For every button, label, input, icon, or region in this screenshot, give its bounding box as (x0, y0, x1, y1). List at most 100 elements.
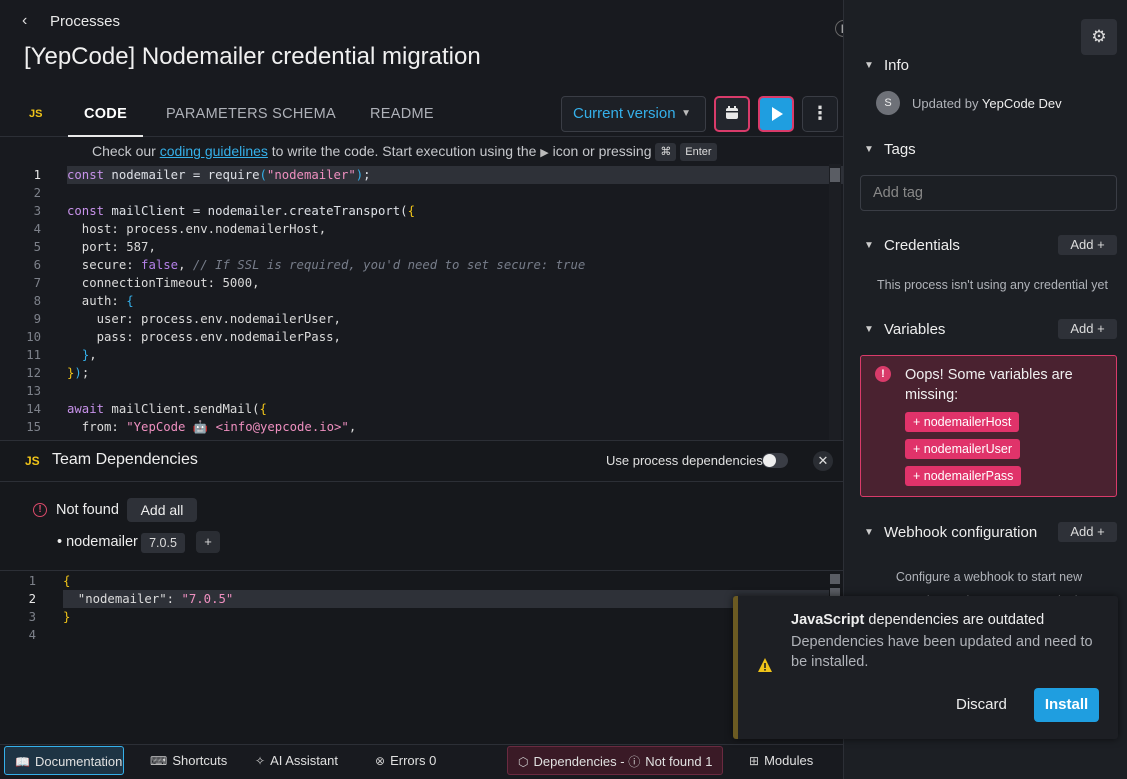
chevron-down-icon: ▼ (681, 108, 691, 119)
code-line: const mailClient = nodemailer.createTran… (67, 204, 415, 218)
tab-code[interactable]: CODE (68, 95, 143, 137)
code-editor[interactable]: 1 const nodemailer = require("nodemailer"… (0, 164, 843, 440)
error-x-icon: ⊗ (375, 754, 386, 768)
code-line: from: "YepCode 🤖 <info@yepcode.io>", (67, 420, 357, 434)
add-webhook-button[interactable]: Add + (1058, 522, 1117, 542)
credentials-empty-text: This process isn't using any credential … (877, 278, 1108, 292)
more-options-button[interactable]: ⋮ (802, 96, 838, 132)
line-number: 10 (26, 330, 41, 344)
play-icon (772, 107, 783, 121)
book-icon: 📖 (15, 755, 30, 769)
back-chevron-icon[interactable]: ‹ (22, 12, 40, 30)
alert-icon: ! (875, 366, 891, 382)
coding-hint: Check our coding guidelines to write the… (92, 141, 717, 162)
section-webhook[interactable]: Webhook configuration (884, 524, 1037, 541)
line-number: 5 (33, 240, 41, 254)
sparkle-icon: ✧ (255, 754, 266, 768)
shortcuts-button[interactable]: ⌨ Shortcuts (150, 746, 227, 775)
run-button[interactable] (758, 96, 794, 132)
section-info[interactable]: Info (884, 57, 909, 74)
line-number: 6 (33, 258, 41, 272)
line-number: 11 (26, 348, 41, 362)
code-line: }, (81, 348, 97, 362)
warning-icon (757, 657, 773, 673)
code-line: connectionTimeout: 5000, (67, 276, 260, 290)
keyboard-icon: ⌨ (150, 754, 168, 768)
play-icon: ▶ (540, 147, 549, 159)
kbd-cmd: ⌘ (655, 143, 677, 162)
toast-title: JavaScript dependencies are outdated (791, 612, 1045, 628)
modules-button[interactable]: ⊞ Modules (749, 746, 813, 775)
line-number: 13 (26, 384, 41, 398)
section-credentials[interactable]: Credentials (884, 237, 960, 254)
error-circle-icon: ! (33, 503, 47, 517)
alert-circle-icon: ⓘ (628, 755, 641, 769)
close-icon[interactable]: ✕ (813, 451, 833, 471)
line-number: 14 (26, 402, 41, 416)
missing-variable-chip[interactable]: + nodemailerPass (905, 466, 1022, 486)
breadcrumb-processes[interactable]: Processes (50, 13, 120, 30)
not-found-label: Not found (56, 502, 119, 518)
code-line: pass: process.env.nodemailerPass, (67, 330, 341, 344)
cube-icon: ⬡ (518, 755, 529, 769)
dependencies-footer-button[interactable]: ⬡ Dependencies - ⓘ Not found 1 (507, 746, 723, 775)
line-number: 7 (33, 276, 41, 290)
hint-suffix: icon or pressing (552, 143, 652, 159)
add-credential-button[interactable]: Add + (1058, 235, 1117, 255)
add-all-button[interactable]: Add all (127, 498, 197, 522)
line-number: 12 (26, 366, 41, 380)
discard-button[interactable]: Discard (956, 696, 1007, 713)
tab-parameters-schema[interactable]: PARAMETERS SCHEMA (166, 95, 336, 137)
code-line: await mailClient.sendMail({ (67, 402, 267, 416)
json-line: { (63, 574, 71, 588)
use-process-deps-label: Use process dependencies (606, 453, 763, 468)
code-line: const nodemailer = require("nodemailer")… (67, 166, 843, 184)
json-line: "nodemailer": "7.0.5" (63, 590, 829, 608)
tab-readme[interactable]: README (370, 95, 434, 137)
grid-icon: ⊞ (749, 754, 760, 768)
line-number: 8 (33, 294, 41, 308)
version-select-label: Current version (573, 105, 676, 122)
missing-variable-chip[interactable]: + nodemailerHost (905, 412, 1020, 432)
dependency-version-badge: 7.0.5 (141, 533, 185, 553)
add-dependency-button[interactable]: + (196, 531, 220, 553)
add-tag-input[interactable]: Add tag (860, 175, 1117, 211)
line-number: 2 (33, 186, 41, 200)
kebab-icon: ⋮ (811, 103, 829, 123)
section-tags[interactable]: Tags (884, 141, 916, 158)
missing-variables-message: Oops! Some variables are missing: (905, 367, 1073, 403)
line-number: 4 (33, 222, 41, 236)
chevron-down-icon[interactable]: ▼ (864, 324, 874, 335)
errors-button[interactable]: ⊗ Errors 0 (375, 746, 436, 775)
calendar-icon (726, 106, 738, 119)
documentation-button[interactable]: 📖 Documentation (4, 746, 124, 775)
coding-guidelines-link[interactable]: coding guidelines (160, 143, 268, 159)
line-number: 3 (28, 610, 36, 624)
divider (0, 481, 843, 482)
missing-variable-chip[interactable]: + nodemailerUser (905, 439, 1021, 459)
install-button[interactable]: Install (1034, 688, 1099, 722)
chevron-down-icon[interactable]: ▼ (864, 144, 874, 155)
chevron-down-icon[interactable]: ▼ (864, 240, 874, 251)
chevron-down-icon[interactable]: ▼ (864, 60, 874, 71)
avatar: S (876, 91, 900, 115)
dependencies-json-editor[interactable]: 1 { 2 "nodemailer": "7.0.5" 3} 4 (0, 572, 843, 652)
use-process-deps-toggle[interactable] (762, 453, 788, 468)
divider (0, 570, 843, 571)
editor-scrollbar[interactable] (829, 164, 841, 440)
add-variable-button[interactable]: Add + (1058, 319, 1117, 339)
chevron-down-icon[interactable]: ▼ (864, 527, 874, 538)
version-select[interactable]: Current version ▼ (561, 96, 706, 132)
schedule-button[interactable] (714, 96, 750, 132)
dependency-name: • nodemailer (57, 534, 138, 550)
section-variables[interactable]: Variables (884, 321, 945, 338)
hint-prefix: Check our (92, 143, 156, 159)
ai-assistant-button[interactable]: ✧ AI Assistant (255, 746, 338, 775)
code-line: host: process.env.nodemailerHost, (67, 222, 327, 236)
gear-icon[interactable]: ⚙ (1081, 19, 1117, 55)
line-number: 1 (33, 168, 41, 182)
line-number: 1 (28, 574, 36, 588)
line-number: 2 (28, 592, 36, 606)
code-line: port: 587, (67, 240, 156, 254)
js-language-badge: JS (29, 108, 43, 120)
